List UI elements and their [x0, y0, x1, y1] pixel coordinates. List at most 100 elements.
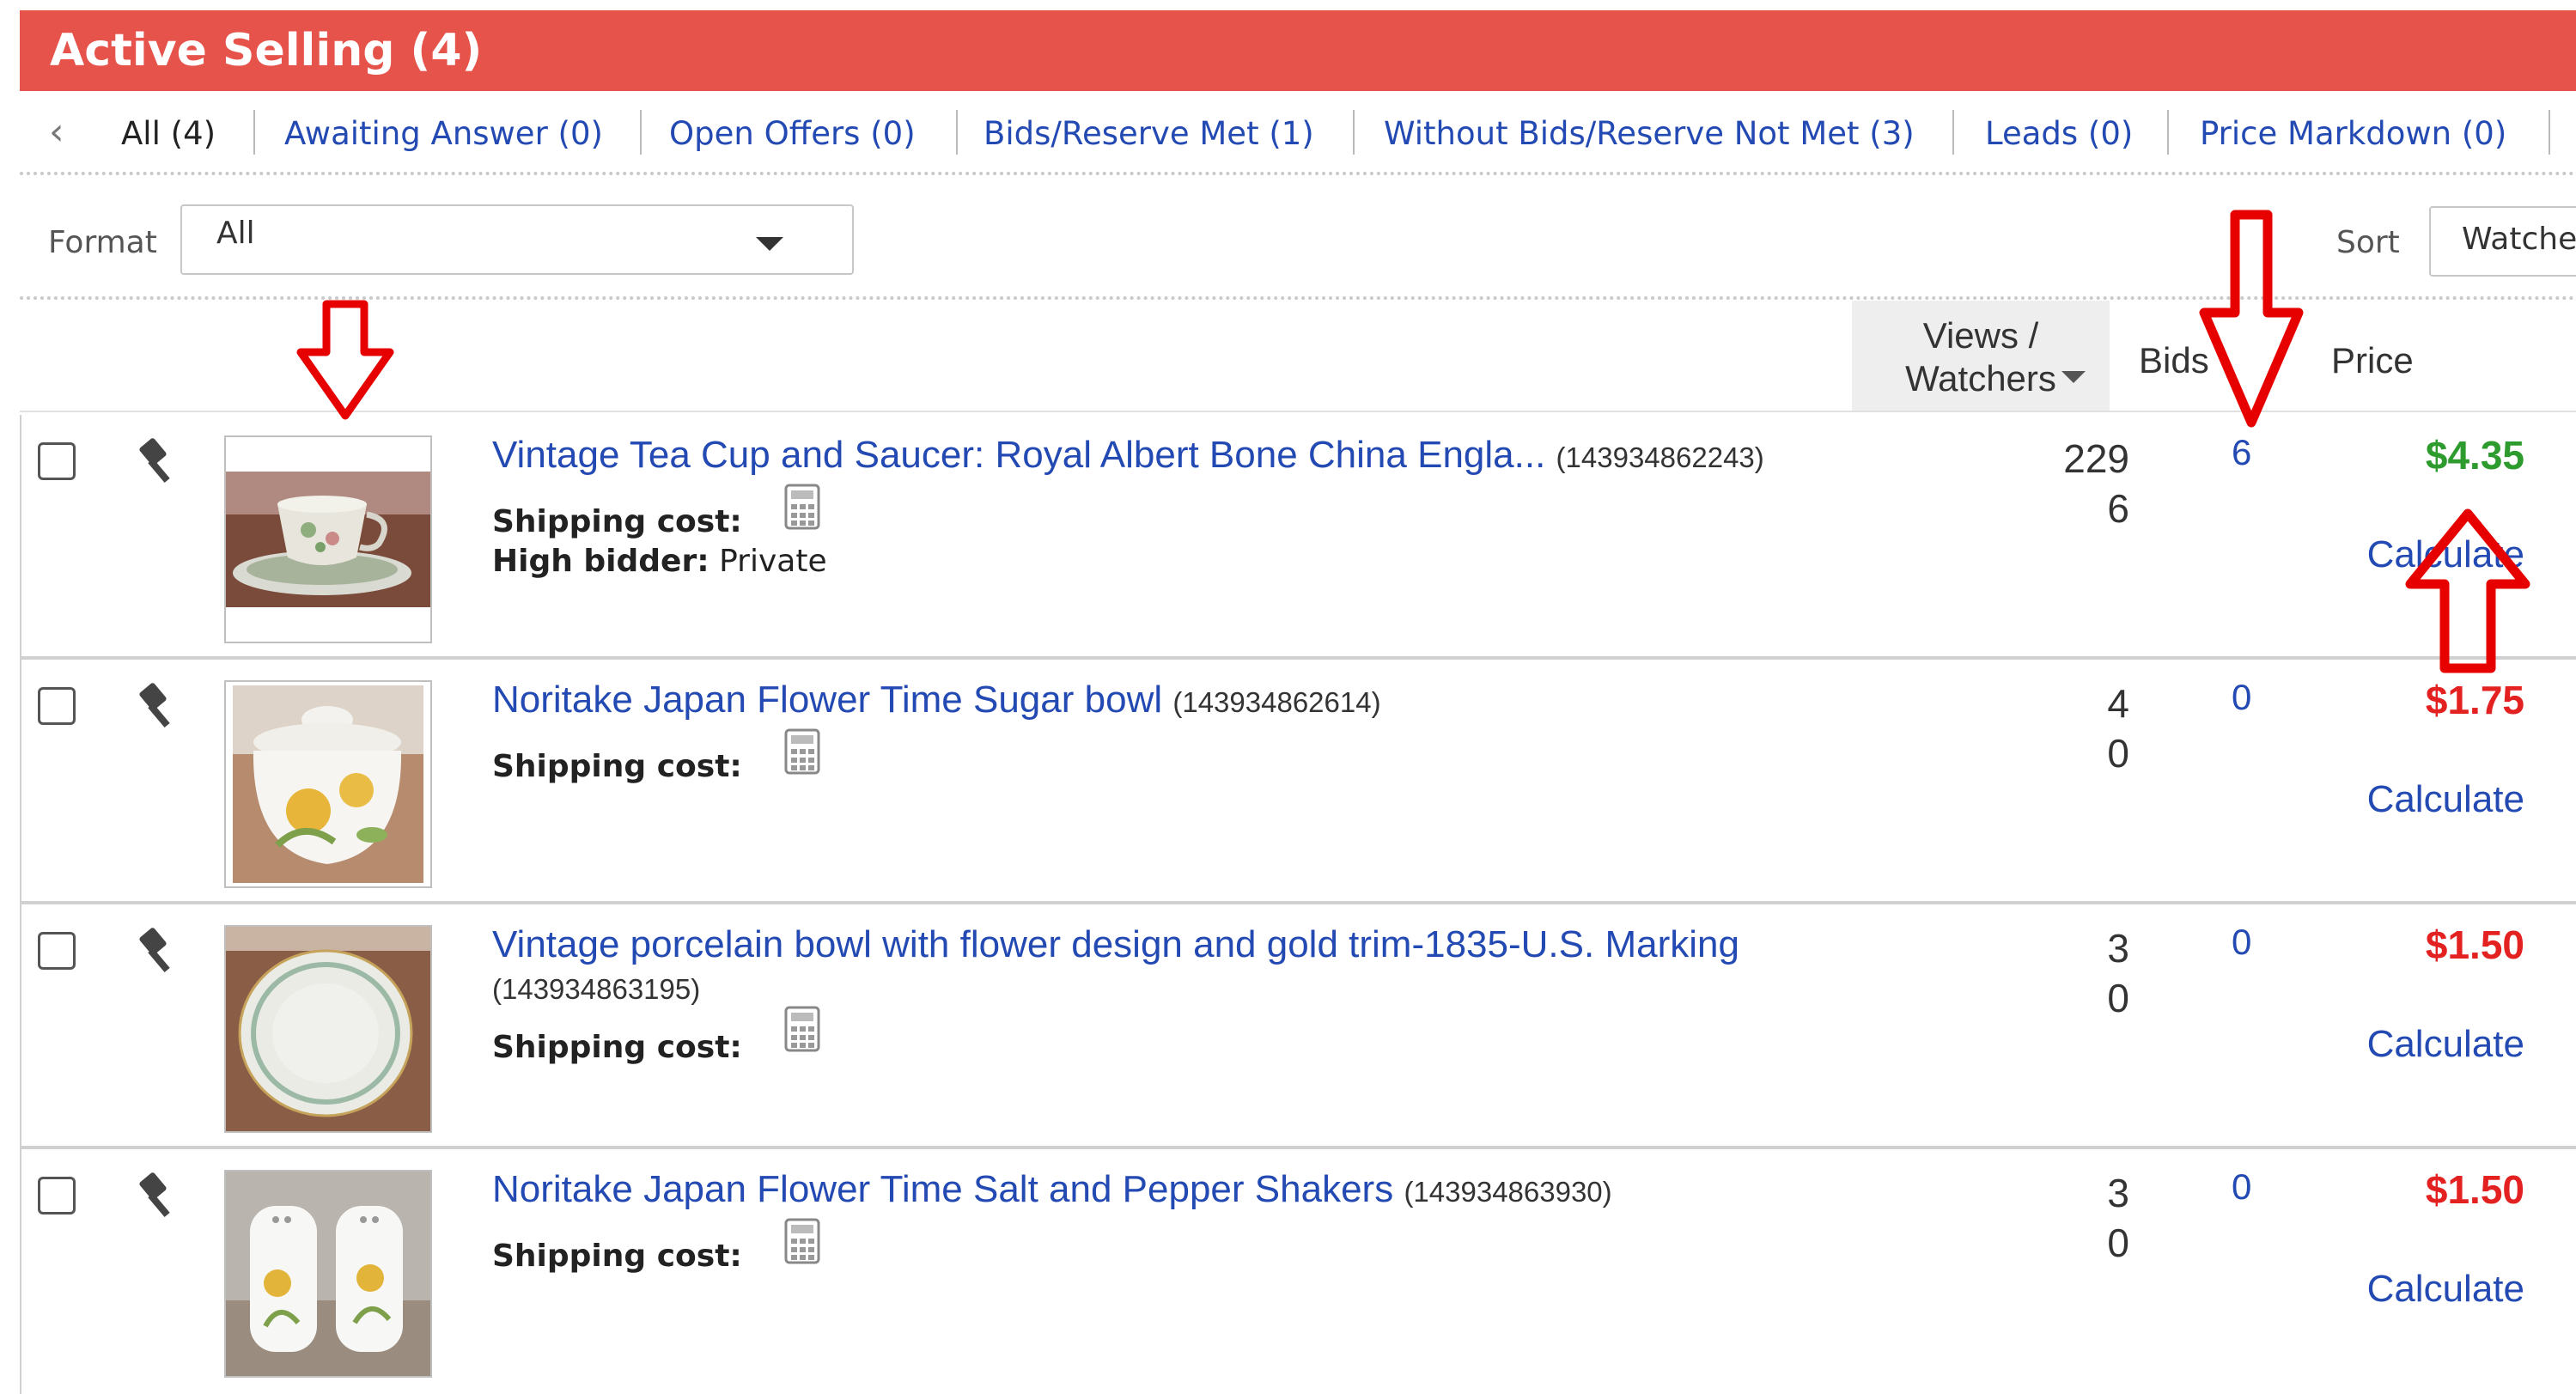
watchers-count: 0 — [2107, 1221, 2129, 1265]
filter-separator — [2167, 110, 2169, 155]
salt-pepper-shakers-image — [226, 1172, 430, 1376]
calculator-icon[interactable] — [784, 1006, 820, 1052]
column-header-views: Views / — [1922, 315, 2039, 356]
gavel-icon — [139, 683, 170, 728]
sort-value: Watchers — [2462, 222, 2576, 257]
item-thumbnail[interactable] — [224, 925, 432, 1133]
gavel-icon — [139, 1172, 170, 1218]
views-count: 229 — [2063, 436, 2129, 481]
row-checkbox[interactable] — [38, 442, 76, 480]
calculate-link[interactable]: Calculate — [2367, 1268, 2524, 1311]
column-header-price[interactable]: Price — [2331, 340, 2414, 381]
active-selling-page: Active Selling (4) ‹ All (4) Awaiting An… — [0, 0, 2576, 1394]
bids-count-link[interactable]: 6 — [2232, 432, 2251, 473]
filter-separator — [253, 110, 255, 155]
views-watchers-cell: 4 0 — [2107, 679, 2129, 778]
row-left-border — [20, 1149, 21, 1394]
row-left-border — [20, 415, 21, 660]
views-watchers-cell: 3 0 — [2107, 1168, 2129, 1268]
format-dropdown[interactable]: All — [180, 204, 854, 275]
table-row: Vintage Tea Cup and Saucer: Royal Albert… — [20, 415, 2576, 660]
price-value: $1.75 — [2425, 678, 2524, 722]
item-id: (143934863930) — [1404, 1176, 1612, 1208]
teacup-image — [226, 472, 430, 607]
filter-without-bids[interactable]: Without Bids/Reserve Not Met (3) — [1384, 115, 1915, 152]
shipping-cost-label: Shipping cost: — [492, 504, 742, 539]
views-watchers-cell: 3 0 — [2107, 923, 2129, 1023]
watchers-count: 0 — [2107, 731, 2129, 776]
row-checkbox[interactable] — [38, 687, 76, 725]
item-title-link[interactable]: Noritake Japan Flower Time Salt and Pepp… — [492, 1168, 1612, 1211]
header-divider — [20, 411, 2576, 412]
arrow-down-annotation-icon — [2199, 210, 2304, 428]
item-title: Noritake Japan Flower Time Sugar bowl — [492, 679, 1163, 721]
row-left-border — [20, 904, 21, 1149]
price-value: $1.50 — [2425, 922, 2524, 967]
table-row: Noritake Japan Flower Time Salt and Pepp… — [20, 1149, 2576, 1394]
calculator-icon[interactable] — [784, 728, 820, 775]
filter-all[interactable]: All (4) — [121, 115, 216, 152]
filter-separator — [2549, 110, 2550, 155]
item-title: Noritake Japan Flower Time Salt and Pepp… — [492, 1168, 1394, 1210]
item-title-link[interactable]: Vintage Tea Cup and Saucer: Royal Albert… — [492, 434, 1764, 477]
filter-tabs: ‹ All (4) Awaiting Answer (0) Open Offer… — [20, 94, 2576, 175]
item-title: Vintage Tea Cup and Saucer: Royal Albert… — [492, 434, 1546, 476]
sort-dropdown[interactable]: Watchers — [2429, 206, 2576, 277]
row-checkbox[interactable] — [38, 1177, 76, 1214]
filter-separator — [956, 110, 958, 155]
sort-label: Sort — [2336, 225, 2400, 260]
item-thumbnail[interactable] — [224, 1170, 432, 1378]
chevron-left-icon[interactable]: ‹ — [49, 110, 64, 154]
views-count: 3 — [2107, 1171, 2129, 1215]
gavel-icon — [139, 928, 170, 973]
item-title: Vintage porcelain bowl with flower desig… — [492, 923, 1739, 965]
calculate-link[interactable]: Calculate — [2367, 778, 2524, 821]
column-header-views-watchers[interactable]: Views / Watchers — [1852, 301, 2110, 411]
shipping-cost-label: Shipping cost: — [492, 1239, 742, 1274]
filter-open-offers[interactable]: Open Offers (0) — [669, 115, 916, 152]
shipping-cost-label: Shipping cost: — [492, 1030, 742, 1065]
high-bidder: High bidder: Private — [492, 544, 827, 579]
page-title: Active Selling (4) — [20, 10, 2576, 91]
views-watchers-cell: 229 6 — [2063, 434, 2129, 533]
filter-price-markdown[interactable]: Price Markdown (0) — [2200, 115, 2506, 152]
porcelain-bowl-image — [226, 927, 430, 1131]
bids-count-link[interactable]: 0 — [2232, 677, 2251, 718]
filter-bids-reserve-met[interactable]: Bids/Reserve Met (1) — [984, 115, 1314, 152]
bids-count-link[interactable]: 0 — [2232, 922, 2251, 963]
item-thumbnail[interactable] — [224, 680, 432, 888]
filter-separator — [640, 110, 642, 155]
high-bidder-value: Private — [719, 544, 827, 579]
watchers-count: 6 — [2107, 486, 2129, 531]
item-title-link[interactable]: Noritake Japan Flower Time Sugar bowl (1… — [492, 679, 1381, 721]
price-value: $1.50 — [2425, 1167, 2524, 1212]
price-value: $4.35 — [2425, 433, 2524, 478]
row-checkbox[interactable] — [38, 932, 76, 970]
views-count: 3 — [2107, 926, 2129, 971]
divider — [20, 296, 2576, 300]
item-id: (143934862614) — [1172, 686, 1381, 718]
arrow-up-annotation-icon — [2405, 508, 2530, 673]
shipping-cost-label: Shipping cost: — [492, 749, 742, 784]
high-bidder-label: High bidder: — [492, 544, 709, 579]
calculator-icon[interactable] — [784, 484, 820, 530]
views-count: 4 — [2107, 681, 2129, 726]
row-left-border — [20, 660, 21, 904]
item-id: (143934862243) — [1556, 441, 1764, 473]
sort-desc-icon — [2061, 371, 2086, 383]
table-row: Noritake Japan Flower Time Sugar bowl (1… — [20, 660, 2576, 904]
filter-awaiting-answer[interactable]: Awaiting Answer (0) — [284, 115, 603, 152]
item-thumbnail[interactable] — [224, 435, 432, 643]
watchers-count: 0 — [2107, 976, 2129, 1020]
caret-down-icon — [756, 237, 783, 251]
calculate-link[interactable]: Calculate — [2367, 1023, 2524, 1066]
filter-separator — [1952, 110, 1954, 155]
item-id: (143934863195) — [492, 973, 701, 1005]
bids-count-link[interactable]: 0 — [2232, 1166, 2251, 1208]
calculator-icon[interactable] — [784, 1218, 820, 1264]
gavel-icon — [139, 438, 170, 484]
arrow-down-annotation-icon — [296, 300, 394, 420]
item-title-link[interactable]: Vintage porcelain bowl with flower desig… — [492, 923, 1739, 966]
filter-leads[interactable]: Leads (0) — [1985, 115, 2133, 152]
filter-separator — [1353, 110, 1355, 155]
